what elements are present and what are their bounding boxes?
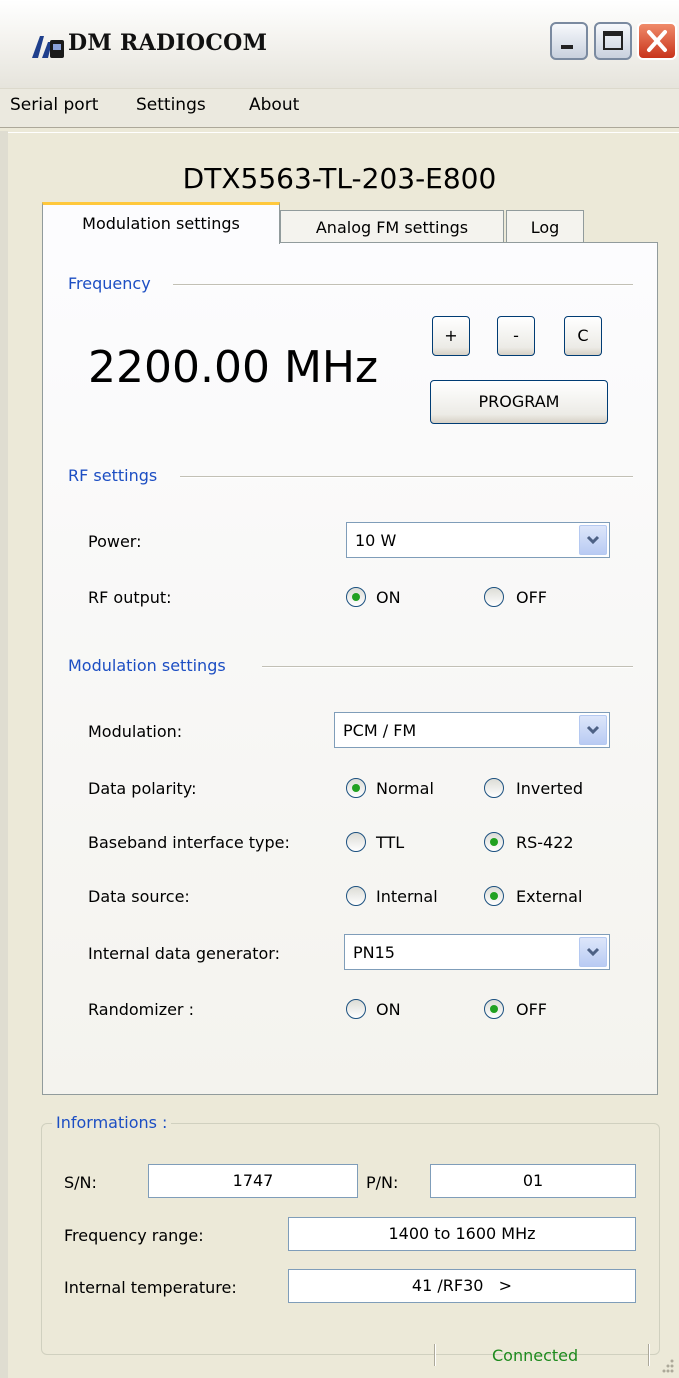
baseband-ttl-label[interactable]: TTL [376, 833, 404, 852]
data-generator-select[interactable]: PN15 [344, 934, 610, 970]
data-source-label: Data source: [88, 887, 190, 906]
randomizer-off-label[interactable]: OFF [516, 1000, 547, 1019]
frequency-range-field: 1400 to 1600 MHz [288, 1217, 636, 1251]
frequency-section-divider [173, 284, 633, 286]
polarity-normal-radio[interactable] [346, 778, 366, 798]
part-number-field: 01 [430, 1164, 636, 1198]
baseband-interface-label: Baseband interface type: [88, 833, 290, 852]
tab-log[interactable]: Log [506, 210, 584, 243]
menu-serial-port[interactable]: Serial port [10, 95, 98, 115]
modulation-select[interactable]: PCM / FM [334, 712, 610, 748]
rf-section-divider [180, 476, 633, 478]
chevron-down-icon[interactable] [579, 525, 607, 555]
source-external-radio[interactable] [484, 886, 504, 906]
frequency-plus-button[interactable]: + [432, 316, 470, 356]
randomizer-off-radio[interactable] [484, 999, 504, 1019]
rf-section-title: RF settings [68, 466, 158, 485]
polarity-normal-label[interactable]: Normal [376, 779, 434, 798]
menu-bar: Serial port Settings About [0, 88, 679, 127]
tab-modulation-settings[interactable]: Modulation settings [42, 202, 280, 244]
data-generator-value: PN15 [353, 943, 395, 962]
polarity-inverted-label[interactable]: Inverted [516, 779, 583, 798]
baseband-rs422-label[interactable]: RS-422 [516, 833, 574, 852]
minimize-icon [561, 45, 573, 49]
source-internal-label[interactable]: Internal [376, 887, 438, 906]
close-icon [647, 30, 667, 52]
power-label: Power: [88, 532, 142, 551]
modulation-label: Modulation: [88, 722, 183, 741]
polarity-inverted-radio[interactable] [484, 778, 504, 798]
frequency-range-label: Frequency range: [64, 1226, 204, 1245]
serial-number-field: 1747 [148, 1164, 358, 1198]
rf-output-label: RF output: [88, 588, 172, 607]
modulation-section-title: Modulation settings [68, 656, 226, 675]
rf-output-on-label[interactable]: ON [376, 588, 401, 607]
title-bar[interactable]: DM RADIOCOM [0, 0, 679, 88]
frequency-minus-button[interactable]: - [497, 316, 535, 356]
power-select[interactable]: 10 W [346, 522, 610, 558]
app-logo-icon [32, 36, 64, 58]
status-separator [434, 1344, 436, 1366]
program-button[interactable]: PROGRAM [430, 380, 608, 424]
modulation-section-divider [262, 666, 633, 668]
menu-separator [0, 127, 679, 133]
randomizer-on-label[interactable]: ON [376, 1000, 401, 1019]
status-separator [648, 1344, 650, 1366]
close-button[interactable] [637, 22, 677, 60]
frequency-display: 2200.00 MHz [88, 342, 379, 393]
serial-number-label: S/N: [64, 1173, 97, 1192]
source-external-label[interactable]: External [516, 887, 582, 906]
internal-temperature-label: Internal temperature: [64, 1278, 237, 1297]
baseband-ttl-radio[interactable] [346, 832, 366, 852]
source-internal-radio[interactable] [346, 886, 366, 906]
frequency-section-title: Frequency [68, 274, 151, 293]
modulation-value: PCM / FM [343, 721, 417, 740]
connection-status: Connected [492, 1346, 579, 1365]
informations-title: Informations : [52, 1113, 172, 1132]
internal-temperature-field: 41 /RF30 > [288, 1269, 636, 1303]
data-polarity-label: Data polarity: [88, 779, 197, 798]
maximize-icon [603, 31, 623, 50]
maximize-button[interactable] [594, 22, 632, 60]
randomizer-label: Randomizer : [88, 1000, 194, 1019]
power-value: 10 W [355, 531, 397, 550]
part-number-label: P/N: [366, 1173, 399, 1192]
menu-about[interactable]: About [249, 95, 299, 115]
device-title: DTX5563-TL-203-E800 [182, 162, 497, 195]
window-title: DM RADIOCOM [68, 30, 268, 56]
rf-output-on-radio[interactable] [346, 587, 366, 607]
window-left-edge [0, 131, 8, 1378]
randomizer-on-radio[interactable] [346, 999, 366, 1019]
frequency-clear-button[interactable]: C [564, 316, 602, 356]
rf-output-off-label[interactable]: OFF [516, 588, 547, 607]
chevron-down-icon[interactable] [579, 715, 607, 745]
chevron-down-icon[interactable] [579, 937, 607, 967]
tab-analog-fm-settings[interactable]: Analog FM settings [280, 210, 504, 243]
rf-output-off-radio[interactable] [484, 587, 504, 607]
data-generator-label: Internal data generator: [88, 944, 280, 963]
baseband-rs422-radio[interactable] [484, 832, 504, 852]
minimize-button[interactable] [550, 22, 588, 60]
menu-settings[interactable]: Settings [136, 95, 206, 115]
main-window: DM RADIOCOM Serial port Settings About D… [0, 0, 679, 1378]
resize-grip-icon[interactable] [656, 1356, 676, 1374]
